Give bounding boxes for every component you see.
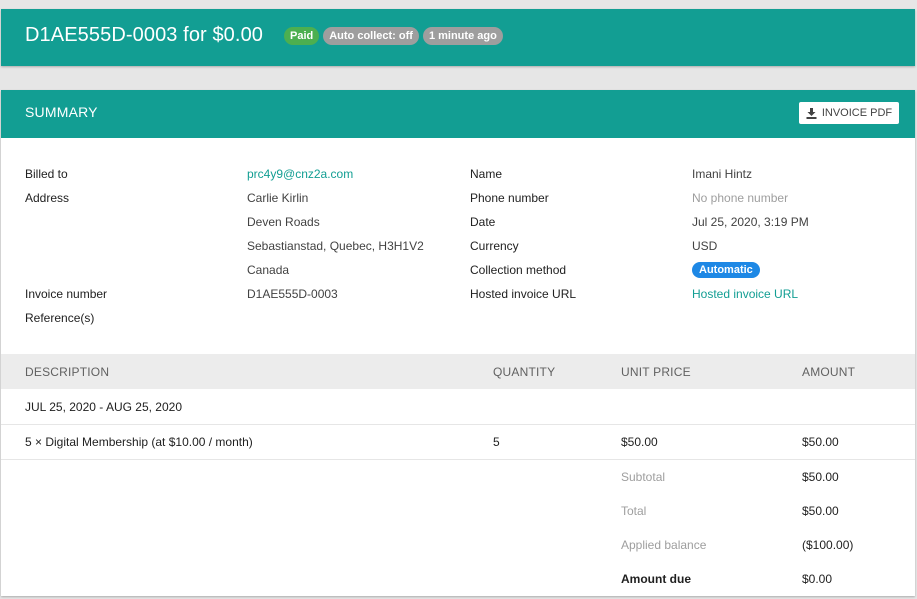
row-divider — [1, 424, 915, 425]
invoice-pdf-label: INVOICE PDF — [821, 107, 893, 119]
hosted-url-label: Hosted invoice URL — [470, 287, 577, 301]
address-line-street: Deven Roads — [247, 215, 320, 229]
line-item-amount: $50.00 — [802, 435, 839, 449]
download-icon — [806, 107, 817, 119]
summary-title: SUMMARY — [25, 104, 98, 120]
invoice-pdf-button[interactable]: INVOICE PDF — [799, 102, 899, 124]
page-title: D1AE555D-0003 for $0.00 — [25, 24, 264, 46]
applied-balance-value: ($100.00) — [802, 538, 854, 552]
address-line-name: Carlie Kirlin — [247, 191, 309, 205]
column-quantity: QUANTITY — [493, 365, 556, 379]
references-label: Reference(s) — [25, 311, 95, 325]
column-description: DESCRIPTION — [25, 365, 110, 379]
invoice-number-label: Invoice number — [25, 287, 108, 301]
currency-label: Currency — [470, 239, 519, 253]
subtotal-label: Subtotal — [621, 470, 666, 484]
date-label: Date — [470, 215, 496, 229]
collection-method-label: Collection method — [470, 263, 567, 277]
auto-collect-badge: Auto collect: off — [323, 27, 419, 45]
name-value: Imani Hintz — [692, 167, 753, 181]
name-label: Name — [470, 167, 503, 181]
date-value: Jul 25, 2020, 3:19 PM — [692, 215, 809, 229]
address-line-city: Sebastianstad, Quebec, H3H1V2 — [247, 239, 424, 253]
line-items-header: DESCRIPTION QUANTITY UNIT PRICE AMOUNT — [1, 354, 915, 389]
hosted-url-link[interactable]: Hosted invoice URL — [692, 287, 798, 301]
total-value: $50.00 — [802, 504, 839, 518]
amount-due-label: Amount due — [621, 572, 691, 586]
billed-to-email-link[interactable]: prc4y9@cnz2a.com — [247, 167, 353, 181]
column-unit-price: UNIT PRICE — [621, 365, 691, 379]
address-label: Address — [25, 191, 70, 205]
row-divider — [1, 459, 915, 460]
address-line-country: Canada — [247, 263, 290, 277]
line-item-unit-price: $50.00 — [621, 435, 658, 449]
line-item-quantity: 5 — [493, 435, 500, 449]
invoice-header: D1AE555D-0003 for $0.00 Paid Auto collec… — [1, 9, 915, 66]
billing-period: JUL 25, 2020 - AUG 25, 2020 — [25, 400, 182, 414]
time-ago-badge: 1 minute ago — [422, 27, 503, 45]
status-badges: Paid Auto collect: off 1 minute ago — [284, 27, 503, 45]
amount-due-value: $0.00 — [802, 572, 833, 586]
collection-method-chip: Automatic — [692, 262, 760, 278]
phone-value: No phone number — [692, 191, 789, 205]
billed-to-label: Billed to — [25, 167, 68, 181]
phone-label: Phone number — [470, 191, 549, 205]
total-label: Total — [621, 504, 647, 518]
subtotal-value: $50.00 — [802, 470, 839, 484]
currency-value: USD — [692, 239, 718, 253]
paid-badge: Paid — [284, 27, 320, 45]
invoice-number-value: D1AE555D-0003 — [247, 287, 338, 301]
column-amount: AMOUNT — [802, 365, 856, 379]
line-item-description: 5 × Digital Membership (at $10.00 / mont… — [25, 435, 253, 449]
summary-card-header: SUMMARY INVOICE PDF — [1, 90, 915, 138]
summary-card: SUMMARY INVOICE PDF Billed to prc4y9@cnz… — [1, 90, 915, 596]
applied-balance-label: Applied balance — [621, 538, 707, 552]
